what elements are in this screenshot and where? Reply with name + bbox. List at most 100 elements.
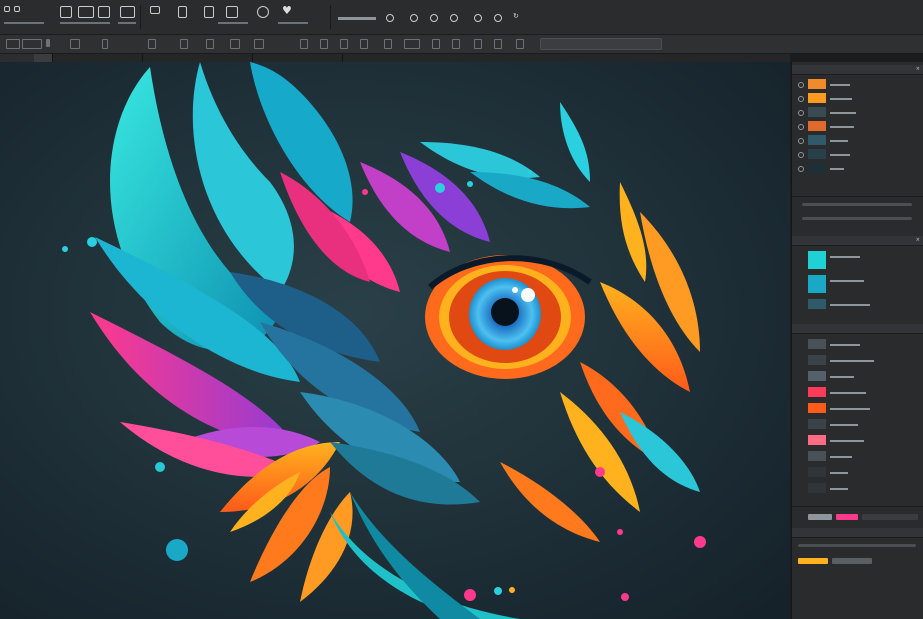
layer-row[interactable] [792,78,923,91]
adjustment-row[interactable] [792,402,923,416]
layer-row[interactable] [792,148,923,161]
option-input[interactable] [540,38,662,50]
option-button[interactable] [494,39,502,49]
channel-bar[interactable] [808,514,832,520]
adjustment-row[interactable] [792,434,923,448]
clip-tool[interactable] [178,6,187,18]
option-button[interactable] [452,39,460,49]
heart-icon: ♥ [282,4,292,17]
document-tab[interactable] [252,54,343,62]
mode-selector[interactable] [338,17,376,20]
option-button[interactable] [340,39,348,49]
toolbar-caption [118,20,136,25]
option-button[interactable] [404,39,420,49]
frame-tool[interactable] [226,6,238,18]
menu-icon[interactable] [14,6,20,12]
adjustment-row[interactable] [792,370,923,384]
option-button[interactable] [254,39,264,49]
layer-name [830,82,850,87]
option-button[interactable] [180,39,188,49]
circle-icon [474,14,482,22]
layer-name [830,138,848,143]
adjustment-label [830,438,864,443]
document-tab[interactable] [52,54,143,62]
option-button[interactable] [230,39,240,49]
image-tool[interactable] [78,6,94,18]
document-tab[interactable] [142,54,253,62]
heart-tool[interactable]: ♥ [282,4,292,17]
layers-tool[interactable] [98,6,110,18]
property-row[interactable] [792,298,923,310]
option-button[interactable] [22,39,42,49]
circle-tool-2[interactable] [410,14,418,22]
document-tab[interactable] [34,54,53,62]
option-button[interactable] [384,39,392,49]
image-canvas[interactable] [0,62,790,619]
visibility-icon[interactable] [798,138,804,144]
menu-icon[interactable] [4,6,10,12]
swatch-bar[interactable] [798,558,828,564]
circle-tool-1[interactable] [386,14,394,22]
visibility-icon[interactable] [798,96,804,102]
circle-tool-5[interactable] [474,14,482,22]
close-icon[interactable]: × [916,237,920,243]
visibility-icon[interactable] [798,166,804,172]
option-button[interactable] [206,39,214,49]
option-button[interactable] [148,39,156,49]
adjustment-row[interactable] [792,338,923,352]
option-button[interactable] [6,39,20,49]
layer-row[interactable] [792,92,923,105]
circle-icon [410,14,418,22]
option-button[interactable] [300,39,308,49]
adjustment-label [830,454,852,459]
adjustment-row[interactable] [792,418,923,432]
adjustment-row[interactable] [792,386,923,400]
camera-tool[interactable] [120,6,135,18]
opacity-slider[interactable] [802,203,912,206]
channel-bar[interactable] [862,514,918,520]
document-tab[interactable] [0,54,35,62]
property-row[interactable] [792,274,923,294]
option-button[interactable] [432,39,440,49]
option-button[interactable] [70,39,80,49]
adjustment-thumbnail [808,355,826,365]
property-row[interactable] [792,250,923,270]
document-tool[interactable] [150,6,160,14]
layer-thumbnail [808,149,826,159]
property-thumbnail [808,299,826,309]
visibility-icon[interactable] [798,124,804,130]
layer-row[interactable] [792,134,923,147]
crop-tool[interactable] [204,6,214,18]
selection-tool[interactable] [60,6,72,18]
adjustment-row[interactable] [792,450,923,464]
visibility-icon[interactable] [798,82,804,88]
channel-bar[interactable] [836,514,858,520]
search-tool[interactable] [257,6,269,18]
circle-tool-3[interactable] [430,14,438,22]
option-button[interactable] [516,39,524,49]
adjustment-row[interactable] [792,354,923,368]
option-button[interactable] [46,39,50,47]
history-slider[interactable] [798,544,916,547]
property-thumbnail [808,251,826,269]
rotate-tool[interactable]: ↻ [513,12,519,20]
option-button[interactable] [320,39,328,49]
swatch-bar[interactable] [832,558,872,564]
adjustment-label [830,342,860,347]
close-icon[interactable]: × [916,66,920,72]
adjustment-row[interactable] [792,482,923,496]
adjustment-row[interactable] [792,466,923,480]
toolbar-caption [4,20,44,25]
layer-row[interactable] [792,106,923,119]
option-button[interactable] [474,39,482,49]
circle-tool-4[interactable] [450,14,458,22]
option-button[interactable] [360,39,368,49]
visibility-icon[interactable] [798,110,804,116]
visibility-icon[interactable] [798,152,804,158]
adjustment-label [830,406,870,411]
layer-row[interactable] [792,120,923,133]
option-button[interactable] [102,39,108,49]
circle-tool-6[interactable] [494,14,502,22]
layer-row[interactable] [792,162,923,175]
fill-slider[interactable] [802,217,912,220]
